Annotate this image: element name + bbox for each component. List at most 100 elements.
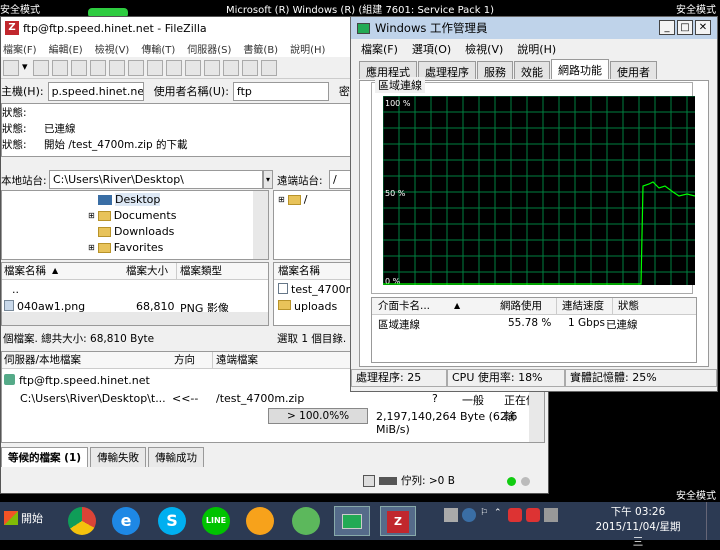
dropdown-arrow-icon[interactable]: ▾ (22, 60, 30, 76)
filter-icon[interactable] (204, 59, 220, 76)
tm-titlebar: Windows 工作管理員 _ □ ✕ (351, 17, 717, 39)
list-item[interactable]: uploads (278, 300, 337, 313)
queue-icon[interactable] (90, 59, 106, 76)
tm-menu-view[interactable]: 檢視(V) (465, 41, 503, 57)
show-desktop-button[interactable] (706, 502, 720, 540)
app-green-icon[interactable] (292, 507, 320, 535)
folder-icon (98, 226, 111, 237)
line-icon[interactable]: LINE (202, 507, 230, 535)
tm-menu-file[interactable]: 檔案(F) (361, 41, 398, 57)
local-tree-scrollbar[interactable] (253, 191, 268, 259)
adapter-speed: 1 Gbps (568, 317, 605, 329)
col-adapter-name[interactable]: 介面卡名... (378, 298, 430, 314)
adapter-list: 介面卡名... ▲ 網路使用 連結速度 狀態 區域連線 55.78 % 1 Gb… (371, 297, 697, 363)
filezilla-title: ftp@ftp.speed.hinet.net - FileZilla (23, 21, 207, 35)
list-item[interactable]: test_4700m (278, 283, 356, 296)
compare-icon[interactable] (223, 59, 239, 76)
user-input[interactable]: ftp (232, 81, 329, 101)
remote-tree-root[interactable]: ⊞ / (278, 193, 307, 206)
host-input[interactable]: p.speed.hinet.net (47, 81, 144, 101)
maximize-button[interactable]: □ (677, 20, 693, 35)
start-button[interactable]: 開始 (4, 510, 43, 526)
tab-performance[interactable]: 效能 (514, 61, 550, 79)
queue-server-row[interactable]: ftp@ftp.speed.hinet.net (4, 374, 150, 387)
local-path-input[interactable]: C:\Users\River\Desktop\ (49, 170, 263, 189)
desktop-folder-icon (98, 194, 112, 205)
message-log-icon[interactable] (33, 59, 49, 76)
menu-file[interactable]: 檔案(F) (3, 41, 37, 56)
local-list-hscrollbar[interactable] (2, 312, 268, 325)
minimize-button[interactable]: _ (659, 20, 675, 35)
disconnect-icon[interactable] (166, 59, 182, 76)
tree-item-documents[interactable]: ⊞ Documents (88, 209, 176, 222)
app-orange-icon[interactable] (246, 507, 274, 535)
skype-icon[interactable]: S (158, 507, 186, 535)
tab-services[interactable]: 服務 (477, 61, 513, 79)
network-usage-graph: 100 %50 %0 % (383, 96, 695, 285)
filezilla-logo-icon: Z (5, 21, 19, 35)
tray-flag-icon[interactable]: ⚐ (480, 508, 490, 522)
tray-network-icon[interactable] (508, 508, 522, 522)
menu-bookmarks[interactable]: 書籤(B) (243, 41, 278, 56)
tm-menu-help[interactable]: 說明(H) (517, 41, 556, 57)
tray-app-icon[interactable] (544, 508, 558, 522)
col-server-local[interactable]: 伺服器/本地檔案 (4, 352, 81, 368)
chrome-icon[interactable] (68, 507, 96, 535)
list-item[interactable]: .. (12, 283, 19, 296)
tray-expand-icon[interactable]: ⌃ (494, 508, 504, 522)
menu-help[interactable]: 說明(H) (290, 41, 325, 56)
search-icon[interactable] (261, 59, 277, 76)
col-network-usage[interactable]: 網路使用 (500, 298, 542, 314)
ie-icon[interactable]: e (112, 507, 140, 535)
folder-icon (287, 194, 301, 205)
taskbar-clock[interactable]: 下午 03:26 2015/11/04/星期三 (592, 505, 684, 550)
tab-processes[interactable]: 處理程序 (418, 61, 476, 79)
table-row[interactable]: 區域連線 55.78 % 1 Gbps 已連線 (378, 317, 678, 332)
col-state[interactable]: 狀態 (618, 298, 639, 314)
tree-item-downloads[interactable]: Downloads (98, 225, 174, 238)
reconnect-icon[interactable] (185, 59, 201, 76)
col-remote-filename[interactable]: 檔案名稱 (278, 263, 320, 279)
tm-menu-options[interactable]: 選項(O) (412, 41, 451, 57)
col-link-speed[interactable]: 連結速度 (562, 298, 604, 314)
tree-item-desktop[interactable]: Desktop (98, 193, 161, 206)
safe-mode-label-bottom: 安全模式 (676, 491, 716, 502)
tm-statusbar: 處理程序: 25 CPU 使用率: 18% 實體記憶體: 25% (351, 367, 717, 389)
menu-edit[interactable]: 編輯(E) (49, 41, 83, 56)
col-direction[interactable]: 方向 (174, 352, 195, 368)
menu-view[interactable]: 檢視(V) (95, 41, 130, 56)
tab-networking[interactable]: 網路功能 (551, 59, 609, 79)
tree-item-favorites[interactable]: ⊞ Favorites (88, 241, 163, 254)
queue-local-file[interactable]: C:\Users\River\Desktop\t... (20, 392, 166, 405)
queue-remote-file[interactable]: /test_4700m.zip (216, 392, 304, 405)
remote-file-header: 檔案名稱 (274, 263, 356, 280)
taskbar-taskmanager-button[interactable] (334, 506, 370, 536)
remote-status: 選取 1 個目錄. (277, 333, 347, 345)
local-path-dropdown-icon[interactable]: ▾ (263, 170, 273, 189)
remote-tree-icon[interactable] (71, 59, 87, 76)
col-filesize[interactable]: 檔案大小 (126, 263, 168, 279)
col-remote-file[interactable]: 遠端檔案 (216, 352, 258, 368)
close-button[interactable]: ✕ (695, 20, 711, 35)
remote-file-list: 檔案名稱 test_4700m uploads (273, 262, 357, 326)
process-queue-icon[interactable] (128, 59, 144, 76)
tray-printer-icon[interactable] (444, 508, 458, 522)
menu-transfer[interactable]: 傳輸(T) (141, 41, 175, 56)
site-manager-icon[interactable] (3, 59, 19, 76)
local-tree-icon[interactable] (52, 59, 68, 76)
tray-help-icon[interactable] (462, 508, 476, 522)
taskbar-filezilla-button[interactable]: Z (380, 506, 416, 536)
tab-queued-files[interactable]: 等候的檔案 (1) (1, 447, 89, 467)
col-filename[interactable]: 檔案名稱 (4, 263, 46, 279)
cancel-icon[interactable] (147, 59, 163, 76)
tab-successful-transfers[interactable]: 傳輸成功 (148, 447, 205, 467)
refresh-icon[interactable] (109, 59, 125, 76)
adapter-state: 已連線 (606, 319, 638, 331)
sync-browse-icon[interactable] (242, 59, 258, 76)
tab-failed-transfers[interactable]: 傳輸失敗 (90, 447, 147, 467)
tray-volume-icon[interactable] (526, 508, 540, 522)
col-filetype[interactable]: 檔案類型 (180, 263, 222, 279)
tab-users[interactable]: 使用者 (610, 61, 657, 79)
menu-server[interactable]: 伺服器(S) (187, 41, 231, 56)
safe-mode-label-right: 安全模式 (676, 5, 716, 16)
